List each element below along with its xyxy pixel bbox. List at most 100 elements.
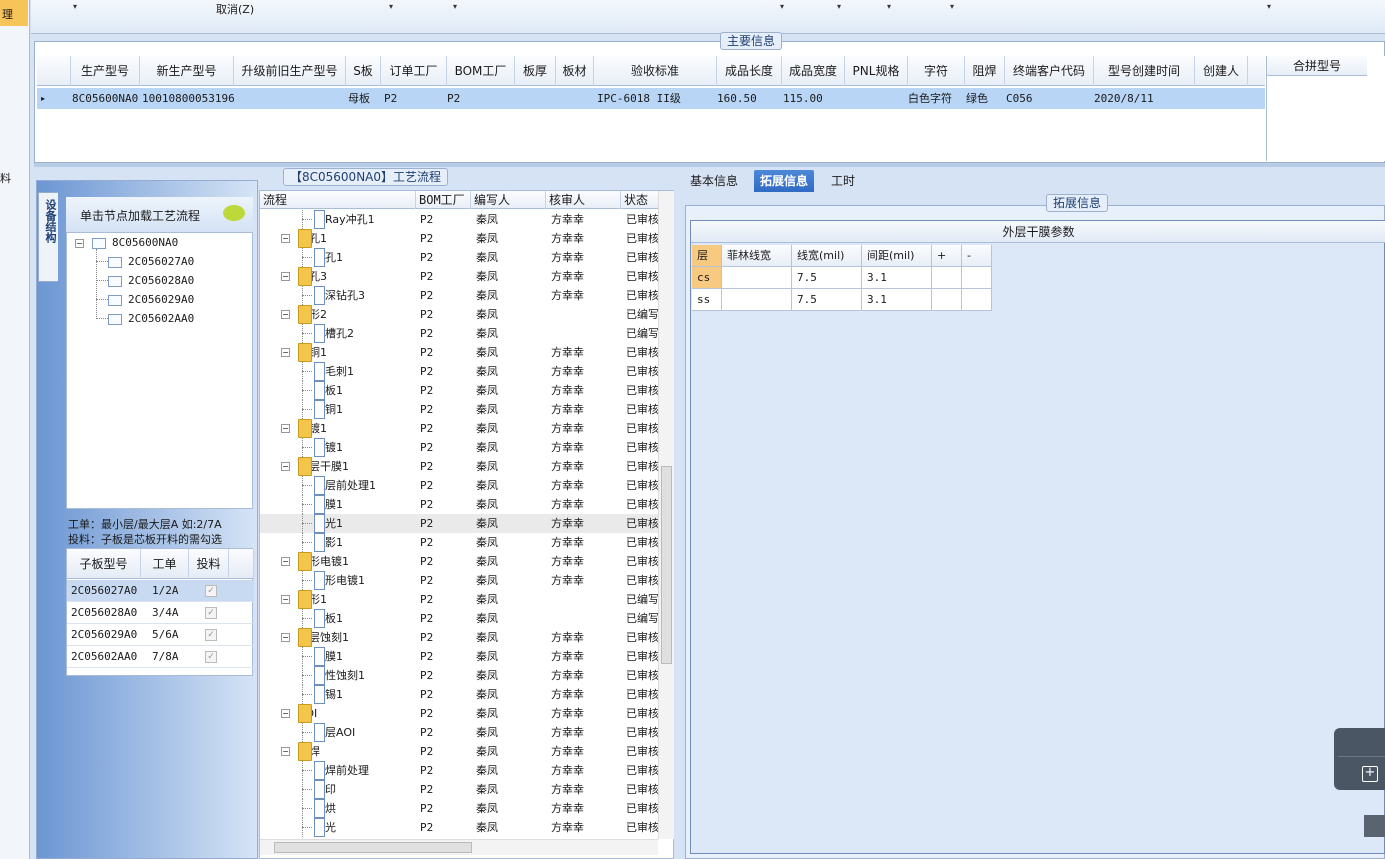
collapse-icon[interactable]: − [281, 633, 290, 642]
column-header[interactable]: BOM工厂 [447, 56, 515, 86]
add-file-icon[interactable]: + [1362, 766, 1378, 782]
column-header[interactable]: 验收标准 [594, 56, 717, 86]
column-header[interactable]: 板材 [556, 56, 594, 86]
cancel-button[interactable]: 取消(Z) [216, 1, 254, 17]
cell-length[interactable]: 160.50 [713, 88, 757, 109]
left-rail-item[interactable]: 料 [0, 170, 11, 186]
cell-gap[interactable]: 3.1 [862, 289, 932, 311]
process-row[interactable]: − 沉铜1 P2 秦凤 方幸幸 已审核 [260, 343, 658, 362]
horizontal-scrollbar[interactable] [260, 839, 658, 855]
process-row[interactable]: − 电镀1 P2 秦凤 方幸幸 已审核 [260, 419, 658, 438]
table-row[interactable]: 2C056027A0 1/2A ✓ [67, 580, 254, 602]
process-row[interactable]: 板镀1 P2 秦凤 方幸幸 已审核 [260, 438, 658, 457]
column-header[interactable]: 流程 [260, 191, 416, 209]
dropdown-arrow-icon[interactable]: ▾ [389, 2, 393, 11]
column-header[interactable]: 菲林线宽 [722, 245, 792, 267]
process-row[interactable]: − 外形2 P2 秦凤 已编写 [260, 305, 658, 324]
sub-order[interactable]: 1/2A [152, 580, 179, 602]
column-header[interactable]: 成品长度 [717, 56, 782, 86]
cell-standard[interactable]: IPC-6018 II级 [593, 88, 681, 109]
cell-s-board[interactable]: 母板 [344, 88, 370, 109]
collapse-icon[interactable]: − [281, 595, 290, 604]
process-row[interactable]: 铣板1 P2 秦凤 已编写 [260, 609, 658, 628]
process-row[interactable]: 外层AOI P2 秦凤 方幸幸 已审核 [260, 723, 658, 742]
resize-grip-icon[interactable] [1364, 815, 1385, 837]
dropdown-arrow-icon[interactable]: ▾ [950, 2, 954, 11]
column-header[interactable]: PNL规格 [845, 56, 908, 86]
process-row[interactable]: 丝印 P2 秦凤 方幸幸 已审核 [260, 780, 658, 799]
feed-checkbox[interactable]: ✓ [205, 629, 217, 641]
tab-extended-info[interactable]: 拓展信息 [754, 170, 815, 192]
main-grid-row[interactable]: ▸ 8C05600NA0 10010800053196 母板 P2 P2 IPC… [37, 88, 1265, 109]
cell-solder[interactable]: 绿色 [962, 88, 988, 109]
dropdown-arrow-icon[interactable]: ▾ [780, 2, 784, 11]
process-row[interactable]: 外层前处理1 P2 秦凤 方幸幸 已审核 [260, 476, 658, 495]
process-row[interactable]: −阻焊 P2 秦凤 方幸幸 已审核 [260, 742, 658, 761]
column-header[interactable]: S板 [346, 56, 381, 86]
merge-model-header[interactable]: 合拼型号 [1267, 56, 1367, 76]
collapse-icon[interactable]: − [281, 709, 290, 718]
process-row[interactable]: 去毛刺1 P2 秦凤 方幸幸 已审核 [260, 362, 658, 381]
dropdown-arrow-icon[interactable]: ▾ [837, 2, 841, 11]
process-row[interactable]: 曝光1 P2 秦凤 方幸幸 已审核 [260, 514, 658, 533]
process-row[interactable]: 控深钻孔3 P2 秦凤 方幸幸 已审核 [260, 286, 658, 305]
collapse-icon[interactable]: − [281, 557, 290, 566]
feed-checkbox[interactable]: ✓ [205, 585, 217, 597]
process-row[interactable]: 图形电镀1 P2 秦凤 方幸幸 已审核 [260, 571, 658, 590]
process-row[interactable]: 显影1 P2 秦凤 方幸幸 已审核 [260, 533, 658, 552]
cell-empty[interactable] [962, 289, 992, 311]
tree-child-node[interactable]: 2C056027A0 [108, 255, 194, 268]
scrollbar-thumb[interactable] [274, 842, 472, 853]
cell-gap[interactable]: 3.1 [862, 267, 932, 289]
column-header[interactable]: 投料 [189, 549, 229, 579]
cell-layer[interactable]: ss [692, 289, 722, 311]
process-row[interactable]: 阻焊前处理 P2 秦凤 方幸幸 已审核 [260, 761, 658, 780]
table-row[interactable]: 2C056028A0 3/4A ✓ [67, 602, 254, 624]
column-header[interactable]: 板厚 [515, 56, 556, 86]
process-row[interactable]: 烘板1 P2 秦凤 方幸幸 已审核 [260, 381, 658, 400]
cell-width[interactable]: 115.00 [779, 88, 823, 109]
dropdown-arrow-icon[interactable]: ▾ [453, 2, 457, 11]
collapse-icon[interactable]: − [281, 272, 290, 281]
tree-child-node[interactable]: 2C05602AA0 [108, 312, 194, 325]
column-header[interactable]: 成品宽度 [782, 56, 845, 86]
dropdown-arrow-icon[interactable]: ▾ [73, 2, 77, 11]
cell-customer[interactable]: C056 [1002, 88, 1033, 109]
process-row[interactable]: X-Ray冲孔1 P2 秦凤 方幸幸 已审核 [260, 210, 658, 229]
collapse-icon[interactable]: − [281, 234, 290, 243]
cell-model[interactable]: 8C05600NA0 [68, 88, 138, 109]
floating-toolbox[interactable]: + [1334, 728, 1385, 790]
column-header[interactable]: 生产型号 [71, 56, 140, 86]
table-row[interactable]: 2C056029A0 5/6A ✓ [67, 624, 254, 646]
tab-basic-info[interactable]: 基本信息 [684, 170, 744, 192]
add-column-button[interactable]: + [932, 245, 962, 267]
cell-empty[interactable] [962, 267, 992, 289]
process-row[interactable]: 退锡1 P2 秦凤 方幸幸 已审核 [260, 685, 658, 704]
process-row[interactable]: −AOI P2 秦凤 方幸幸 已审核 [260, 704, 658, 723]
column-header[interactable]: 型号创建时间 [1094, 56, 1195, 86]
column-header[interactable]: 新生产型号 [140, 56, 234, 86]
cell-bom-factory[interactable]: P2 [443, 88, 460, 109]
table-row[interactable]: 2C05602AA0 7/8A ✓ [67, 646, 254, 668]
cell-empty[interactable] [932, 267, 962, 289]
sub-order[interactable]: 5/6A [152, 624, 179, 646]
cell-film[interactable] [722, 267, 792, 289]
collapse-icon[interactable]: − [281, 747, 290, 756]
column-header[interactable]: 编写人 [471, 191, 546, 209]
process-row[interactable]: − 外形1 P2 秦凤 已编写 [260, 590, 658, 609]
process-row[interactable]: 预烘 P2 秦凤 方幸幸 已审核 [260, 799, 658, 818]
process-row[interactable]: − 钻孔3 P2 秦凤 方幸幸 已审核 [260, 267, 658, 286]
tree-root-node[interactable]: 8C05600NA0 [92, 236, 178, 249]
cell-layer[interactable]: cs [692, 267, 722, 289]
process-row[interactable]: 碱性蚀刻1 P2 秦凤 方幸幸 已审核 [260, 666, 658, 685]
process-row[interactable]: 贴膜1 P2 秦凤 方幸幸 已审核 [260, 495, 658, 514]
column-header[interactable]: 核审人 [546, 191, 621, 209]
column-header[interactable]: 升级前旧生产型号 [234, 56, 346, 86]
column-header[interactable]: 线宽(mil) [792, 245, 862, 267]
column-header[interactable]: 订单工厂 [381, 56, 447, 86]
cell-created[interactable]: 2020/8/11 [1090, 88, 1154, 109]
column-header[interactable]: 间距(mil) [862, 245, 932, 267]
collapse-icon[interactable]: − [281, 310, 290, 319]
process-row[interactable]: 铣槽孔2 P2 秦凤 已编写 [260, 324, 658, 343]
splitter[interactable] [34, 163, 1385, 167]
